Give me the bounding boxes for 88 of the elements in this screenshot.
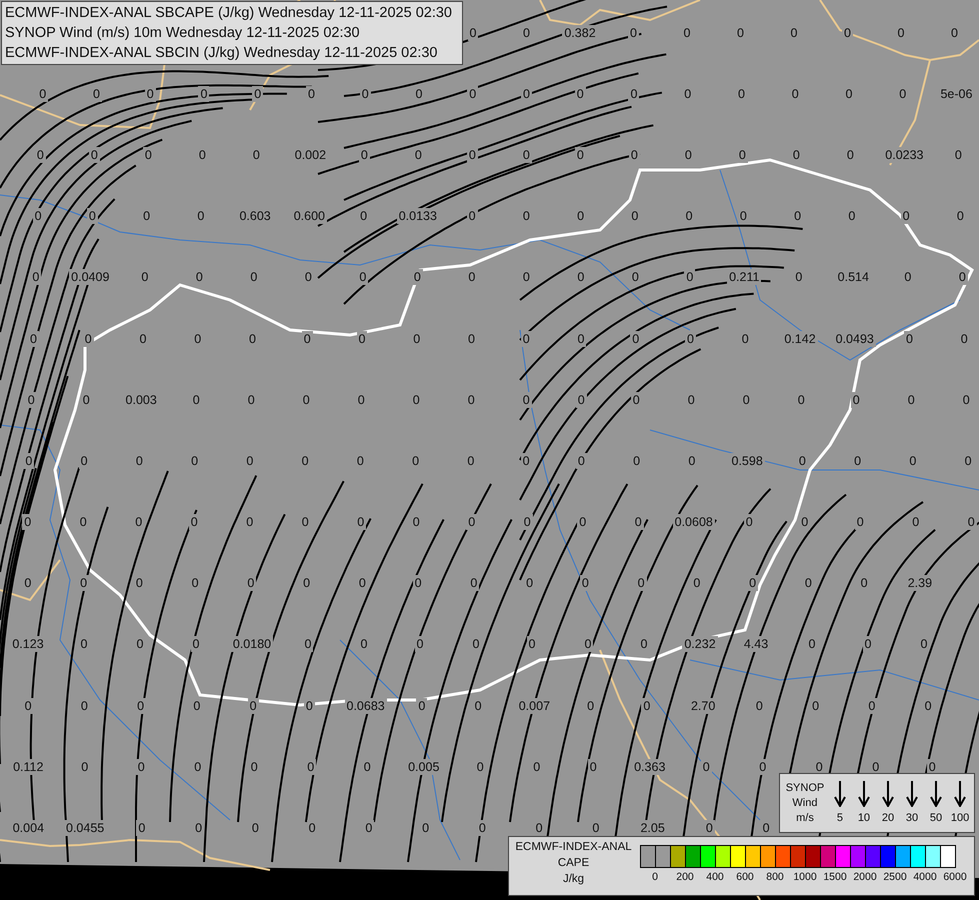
tick-label: 1500 — [823, 871, 847, 884]
legend-title: ECMWF-INDEX-ANAL — [515, 840, 632, 855]
grid-value: 0 — [28, 330, 39, 347]
grid-value: 0 — [30, 269, 42, 286]
grid-value: 0 — [580, 575, 591, 592]
speed-label: 100 — [950, 810, 970, 826]
tick-label: 2500 — [883, 871, 907, 884]
grid-value: 0 — [866, 698, 878, 714]
layer-title: SYNOP Wind (m/s) 10m Wednesday 12-11-2025 02:30 — [5, 24, 361, 43]
grid-value: 0.0133 — [396, 208, 439, 224]
grid-value: 0 — [632, 514, 644, 530]
grid-value: 0 — [355, 514, 366, 530]
grid-value: 0 — [302, 636, 314, 652]
grid-value: 0 — [966, 514, 977, 530]
speed-label: 20 — [882, 810, 894, 826]
grid-value: 0 — [636, 575, 647, 592]
grid-value: 0 — [466, 514, 478, 530]
down-arrow-icon — [882, 780, 894, 806]
grid-value: 0.0233 — [883, 146, 926, 163]
grid-value: 0 — [854, 514, 866, 530]
grid-value: 0 — [414, 636, 426, 652]
down-arrow-icon — [858, 780, 870, 806]
grid-value: 0 — [188, 514, 200, 530]
tick-label: 2000 — [853, 871, 877, 884]
tick-label: 600 — [736, 871, 754, 884]
speed-label: 5 — [836, 810, 843, 826]
grid-value: 0 — [900, 208, 912, 224]
grid-value: 0 — [190, 636, 202, 652]
grid-value: 0 — [738, 208, 749, 224]
tick-label: 4000 — [913, 871, 937, 884]
down-arrow-icon — [834, 780, 846, 806]
tick-label: 0 — [652, 871, 658, 884]
grid-value: 0 — [757, 758, 768, 775]
grid-value: 0 — [747, 575, 758, 592]
grid-value: 0 — [522, 514, 533, 530]
grid-value: 0.363 — [632, 758, 668, 775]
down-arrow-icon — [930, 780, 942, 806]
legend-title: m/s — [796, 810, 814, 826]
grid-value: 0 — [412, 269, 423, 286]
unit-label: J/kg — [562, 872, 584, 887]
speed-label: 10 — [858, 810, 870, 826]
grid-value: 0.123 — [10, 636, 46, 652]
grid-value: 0 — [245, 575, 256, 592]
down-arrow-icon — [954, 780, 966, 806]
grid-value: 0 — [357, 269, 368, 286]
grid-value: 0 — [198, 86, 210, 102]
grid-value: 2.70 — [688, 698, 718, 714]
grid-value: 0 — [468, 575, 480, 592]
grid-value: 0.007 — [516, 698, 552, 714]
grid-value: 0.0409 — [69, 269, 112, 286]
layer-title: ECMWF-INDEX-ANAL SBCAPE (J/kg) Wednesday 12-11-2025 02:30 — [5, 4, 453, 23]
speed-label: 50 — [930, 810, 942, 826]
grid-value: 0 — [22, 514, 34, 530]
grid-value: 0 — [136, 820, 148, 836]
tick-label: 1000 — [793, 871, 817, 884]
grid-value: 0.0455 — [64, 820, 106, 836]
grid-value: 0 — [956, 269, 968, 286]
grid-value: 0 — [32, 208, 44, 224]
grid-value: 0.0608 — [672, 514, 715, 530]
grid-value: 4.43 — [742, 636, 770, 652]
down-arrow-icon — [906, 780, 918, 806]
speed-label: 30 — [906, 810, 918, 826]
grid-value: 0 — [582, 636, 594, 652]
grid-value: 0.600 — [292, 208, 327, 224]
grid-value: 0.232 — [682, 636, 718, 652]
grid-value: 0.0683 — [344, 698, 387, 714]
grid-value: 0 — [305, 758, 316, 775]
grid-value: 0 — [862, 636, 874, 652]
grid-value: 0 — [135, 698, 146, 714]
grid-value: 0 — [23, 452, 34, 469]
tick-label: 200 — [676, 871, 694, 884]
grid-value: 0 — [799, 514, 810, 530]
grid-value: 0.005 — [406, 758, 442, 775]
grid-value: 0.211 — [727, 269, 762, 286]
legend-title: SYNOP — [786, 780, 824, 796]
legend-title: Wind — [792, 796, 818, 810]
grid-value: 0 — [476, 820, 488, 836]
grid-value: 0.0180 — [230, 636, 274, 652]
grid-value: 0.112 — [11, 758, 46, 775]
legend-title: CAPE — [558, 856, 590, 871]
tick-label: 800 — [766, 871, 784, 884]
grid-value: 2.39 — [906, 575, 934, 592]
grid-value: 0 — [78, 575, 90, 592]
layer-title: ECMWF-INDEX-ANAL SBCIN (J/kg) Wednesday 12-11-2025 02:30 — [5, 44, 438, 63]
grid-value: 0 — [86, 208, 98, 224]
grid-value: 0 — [252, 86, 264, 102]
tick-label: 400 — [706, 871, 724, 884]
tick-label: 6000 — [943, 871, 967, 884]
